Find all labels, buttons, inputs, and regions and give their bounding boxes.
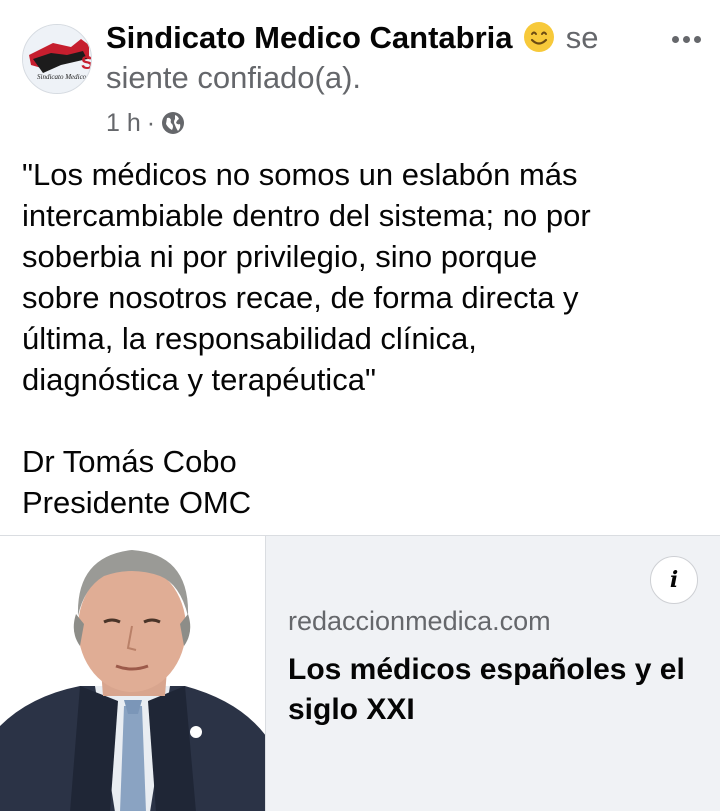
post-body-text: "Los médicos no somos un eslabón más int…: [22, 157, 591, 520]
post-title-block: Sindicato Medico Cantabria se siente con…: [106, 16, 646, 96]
avatar-logo: S Sindicato Medico: [23, 25, 92, 93]
link-domain: redaccionmedica.com: [288, 606, 551, 636]
meta-separator: ·: [146, 108, 156, 137]
avatar-caption: Sindicato Medico: [37, 73, 87, 81]
post-meta: 1 h ·: [106, 108, 185, 138]
link-preview-image[interactable]: [0, 536, 266, 811]
smiling-face-icon: [524, 22, 555, 52]
globe-icon[interactable]: [161, 111, 185, 135]
feeling-prefix: se: [565, 20, 599, 55]
avatar-initial: S: [81, 53, 92, 73]
more-options-icon-dot: [693, 35, 701, 43]
page-avatar[interactable]: S Sindicato Medico: [22, 24, 92, 94]
info-button[interactable]: i: [650, 556, 698, 604]
post-header: S Sindicato Medico Sindicato Medico Cant…: [0, 0, 720, 150]
feeling-text: siente confiado(a).: [106, 60, 362, 95]
page-name-link[interactable]: Sindicato Medico Cantabria: [106, 20, 513, 55]
more-options-button[interactable]: [666, 24, 706, 54]
portrait-photo: [0, 536, 265, 811]
post-timestamp[interactable]: 1 h: [106, 109, 141, 138]
link-headline[interactable]: Los médicos españoles y el siglo XXI: [288, 650, 708, 730]
more-options-icon-dot: [671, 35, 679, 43]
more-options-icon-dot: [682, 35, 690, 43]
